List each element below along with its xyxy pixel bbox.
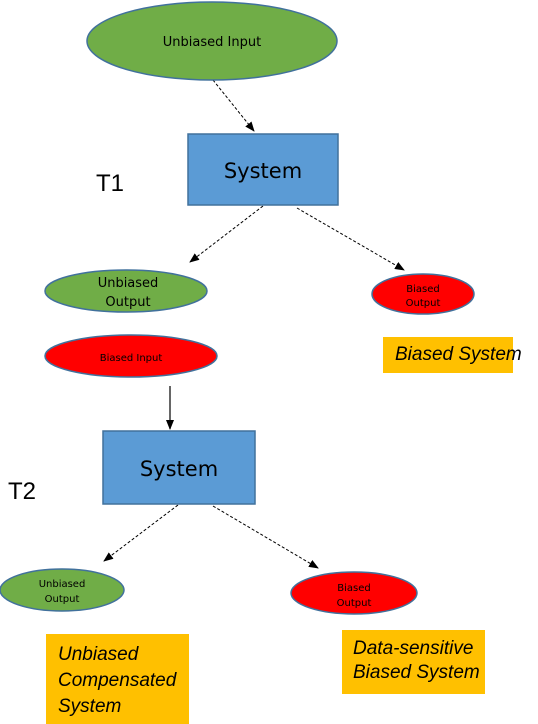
unbiased-output-1-line2: Output — [105, 295, 150, 310]
caption-right-line1: Data-sensitive — [353, 638, 474, 659]
unbiased-output-2-line2: Output — [45, 594, 80, 605]
time-label-t1: T1 — [96, 170, 125, 197]
biased-output-2-line1: Biased — [337, 583, 370, 594]
caption-right-line2: Biased System — [353, 662, 480, 683]
arrow-system1-to-biased-output — [296, 207, 405, 271]
biased-input-label: Biased Input — [100, 353, 163, 364]
arrow-input-to-system1 — [212, 79, 255, 132]
caption-biased-system: Biased System — [383, 337, 522, 373]
caption-unbiased-compensated-system: Unbiased Compensated System — [46, 634, 189, 724]
biased-output-2-line2: Output — [337, 598, 372, 609]
biased-output-1-line1: Biased — [406, 284, 439, 295]
arrow-system1-to-unbiased-output — [189, 205, 264, 263]
biased-output-1-line2: Output — [406, 298, 441, 309]
unbiased-output-1-line1: Unbiased — [98, 276, 159, 291]
system1-label: System — [224, 159, 302, 183]
arrow-system2-to-biased-output — [212, 505, 319, 569]
caption-data-sensitive-biased-system: Data-sensitive Biased System — [342, 630, 485, 694]
caption-left-line2: Compensated — [58, 670, 177, 691]
arrow-system2-to-unbiased-output — [103, 504, 179, 562]
caption-biased-system-text: Biased System — [395, 344, 522, 365]
time-label-t2: T2 — [8, 478, 37, 505]
caption-left-line3: System — [58, 696, 122, 717]
caption-left-line1: Unbiased — [58, 644, 139, 665]
unbiased-output-2-line1: Unbiased — [39, 579, 86, 590]
unbiased-input-label: Unbiased Input — [163, 35, 261, 50]
system2-label: System — [140, 457, 218, 481]
